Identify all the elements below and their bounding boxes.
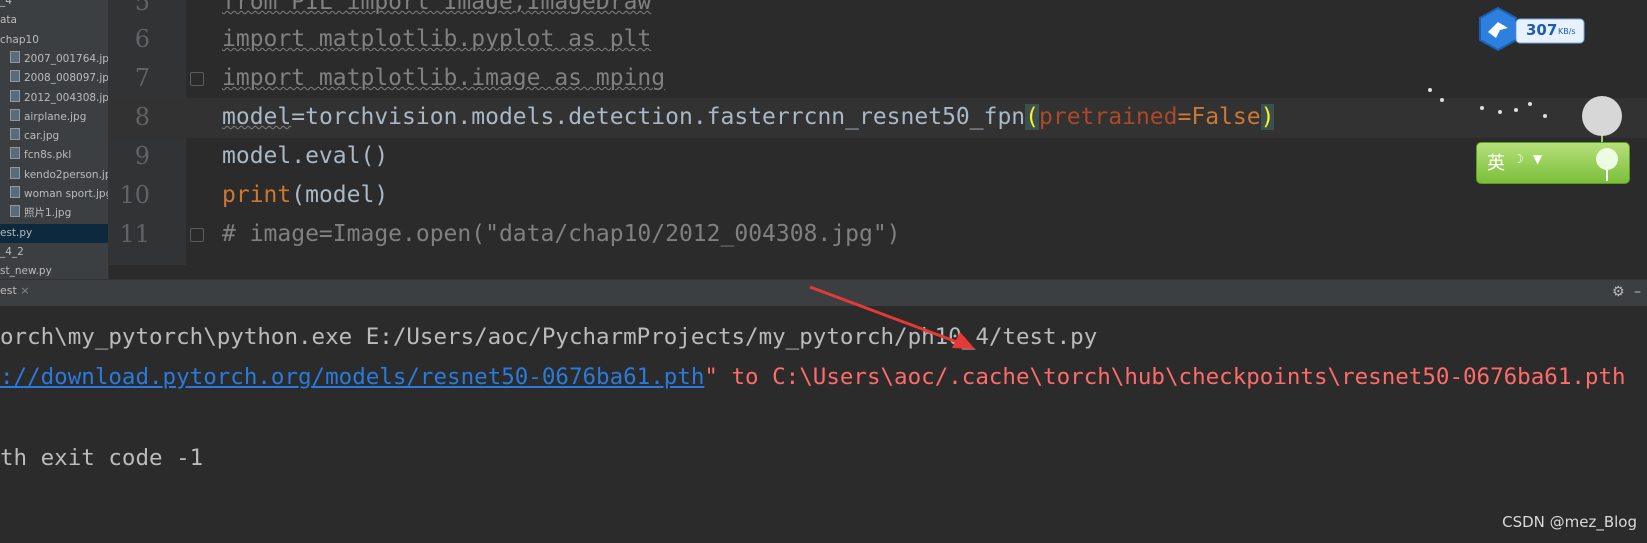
speed-unit: KB/s (1558, 27, 1576, 36)
ime-toolbar[interactable]: 英 ☽ ▼ (1476, 142, 1630, 184)
ime-dandelion-icon (1596, 148, 1618, 181)
ime-shirt-icon[interactable]: ▼ (1533, 152, 1542, 166)
speed-value: 307 (1526, 21, 1558, 39)
ime-moon-icon[interactable]: ☽ (1513, 152, 1524, 166)
dandelion-icon (1428, 88, 1622, 150)
network-speed-widget[interactable]: 307 KB/s (1478, 6, 1588, 52)
ime-language-label[interactable]: 英 (1487, 149, 1505, 175)
watermark: CSDN @mez_Blog (1502, 513, 1637, 531)
annotation-arrow (809, 285, 975, 349)
